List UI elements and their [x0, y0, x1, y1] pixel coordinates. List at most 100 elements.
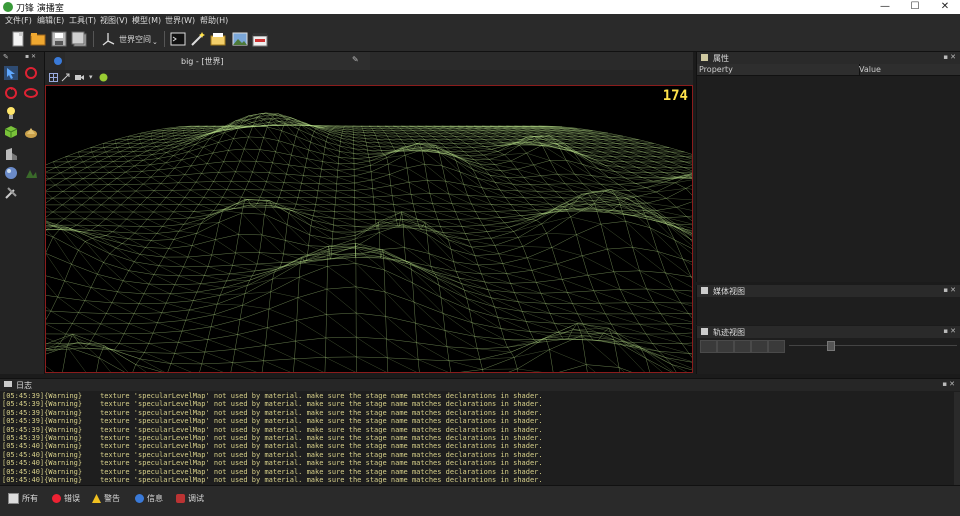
menu-file[interactable]: 文件(F) — [5, 15, 32, 26]
log-line: [05:45:39]{Warning} texture 'specularLeve… — [2, 409, 952, 417]
filter-debug-button[interactable]: 调试 — [176, 493, 204, 507]
filter-error-button[interactable]: 错误 — [52, 493, 80, 507]
menu-view[interactable]: 视图(V) — [100, 15, 128, 26]
globe-icon — [54, 57, 62, 65]
rotate-icon[interactable] — [4, 86, 18, 100]
log-message: texture 'specularLevelMap' not used by m… — [100, 467, 543, 476]
terrain-edit-icon[interactable] — [4, 147, 18, 161]
error-icon — [52, 494, 61, 503]
timeline-track[interactable] — [789, 345, 957, 346]
camera-icon[interactable] — [75, 74, 84, 81]
menu-help[interactable]: 帮助(H) — [200, 15, 228, 26]
coord-space-dropdown[interactable]: 世界空间 — [119, 34, 151, 45]
log-message: texture 'specularLevelMap' not used by m… — [100, 434, 543, 443]
image-icon[interactable] — [232, 31, 248, 47]
log-timestamp: [05:45:39] — [2, 417, 45, 426]
window-title: 刀锋 演播室 — [16, 4, 64, 14]
pin-icon[interactable]: ✎ — [3, 53, 9, 61]
debug-icon — [176, 494, 185, 503]
log-level: {Warning} — [44, 467, 83, 476]
title-bar: 刀锋 演播室 — ☐ ✕ — [0, 0, 960, 14]
play-button[interactable] — [734, 340, 751, 353]
render-mode-icon[interactable] — [99, 73, 108, 82]
log-line: [05:45:39]{Warning} texture 'specularLeve… — [2, 400, 952, 408]
panel-float-close-icon[interactable]: ▪✕ — [943, 53, 958, 61]
log-output[interactable]: [05:45:39]{Warning} texture 'specularLeve… — [2, 392, 952, 486]
prev-frame-button[interactable] — [717, 340, 734, 353]
log-header: 日志 ▪✕ — [0, 379, 960, 391]
grid-icon[interactable] — [49, 73, 58, 82]
film-clapper-icon[interactable] — [252, 31, 268, 47]
main-toolbar: 世界空间 ⌄ — [0, 27, 960, 52]
viewport-toolbar: ▾ — [45, 70, 693, 85]
move-icon[interactable] — [24, 66, 38, 80]
media-view-header: 媒体视图 ▪✕ — [697, 285, 960, 297]
minimize-button[interactable]: — — [870, 0, 900, 14]
select-arrow-icon[interactable] — [4, 66, 18, 80]
log-message: texture 'specularLevelMap' not used by m… — [100, 392, 543, 400]
console-icon[interactable] — [170, 31, 186, 47]
scale-icon[interactable] — [24, 86, 38, 100]
track-view-header: 轨迹视图 ▪✕ — [697, 326, 960, 338]
track-view-title: 轨迹视图 — [713, 328, 745, 337]
material-sphere-icon[interactable] — [4, 166, 18, 180]
log-message: texture 'specularLevelMap' not used by m… — [100, 476, 543, 485]
chevron-down-icon[interactable]: ⌄ — [152, 38, 158, 46]
cube-icon[interactable] — [4, 125, 18, 139]
toolbar-separator — [164, 31, 165, 47]
menu-tools[interactable]: 工具(T) — [69, 15, 96, 26]
log-timestamp: [05:45:40] — [2, 467, 45, 476]
axis-icon — [102, 33, 115, 46]
column-value[interactable]: Value — [859, 65, 881, 74]
panel-float-close-icon[interactable]: ▪✕ — [943, 286, 958, 294]
save-icon[interactable] — [51, 31, 67, 47]
terrain-brush-icon[interactable] — [24, 125, 38, 139]
terrain-wireframe — [0, 112, 960, 457]
light-bulb-icon[interactable] — [4, 106, 18, 120]
close-button[interactable]: ✕ — [930, 0, 960, 14]
menu-world[interactable]: 世界(W) — [165, 15, 195, 26]
log-message: texture 'specularLevelMap' not used by m… — [100, 442, 543, 451]
camera-reset-icon[interactable] — [61, 73, 70, 82]
folder-icon[interactable] — [210, 31, 226, 47]
panel-float-close-icon[interactable]: ▪✕ — [943, 327, 958, 335]
filter-warning-button[interactable]: 警告 — [92, 493, 120, 507]
new-file-icon[interactable] — [10, 31, 26, 47]
maximize-button[interactable]: ☐ — [900, 0, 930, 14]
tools-wrench-icon[interactable] — [4, 186, 18, 200]
log-level: {Warning} — [44, 476, 83, 485]
log-scrollbar[interactable] — [954, 392, 960, 486]
panel-close-icon[interactable]: ▪ ✕ — [25, 53, 36, 60]
menu-model[interactable]: 模型(M) — [132, 15, 161, 26]
filter-all-button[interactable]: 所有 — [8, 493, 38, 507]
magic-wand-icon[interactable] — [190, 31, 206, 47]
next-frame-button[interactable] — [751, 340, 768, 353]
panel-float-close-icon[interactable]: ▪✕ — [942, 380, 957, 388]
log-timestamp: [05:45:39] — [2, 434, 45, 443]
timeline-slider-handle[interactable] — [827, 341, 835, 351]
toolbar-separator — [93, 31, 94, 47]
log-timestamp: [05:45:40] — [2, 476, 45, 485]
log-level: {Warning} — [44, 392, 83, 400]
chevron-down-icon[interactable]: ▾ — [89, 73, 93, 81]
media-view-panel: 媒体视图 ▪✕ — [696, 285, 960, 325]
go-end-button[interactable] — [768, 340, 785, 353]
open-folder-icon[interactable] — [30, 31, 46, 47]
tab-world-view[interactable]: big - [世界] ✎ — [65, 52, 370, 70]
log-line: [05:45:40]{Warning} texture 'specularLeve… — [2, 442, 952, 450]
3d-viewport[interactable]: 174 — [0, 85, 960, 457]
log-line: [05:45:40]{Warning} texture 'specularLeve… — [2, 451, 952, 459]
log-level: {Warning} — [44, 408, 83, 417]
tab-pin-icon[interactable]: ✎ — [352, 55, 359, 64]
log-timestamp: [05:45:39] — [2, 392, 45, 400]
save-all-icon[interactable] — [71, 31, 87, 47]
log-icon — [4, 381, 12, 387]
foliage-icon[interactable] — [24, 166, 38, 180]
properties-title: 属性 — [713, 54, 729, 63]
filter-info-button[interactable]: 信息 — [135, 493, 163, 507]
go-start-button[interactable] — [700, 340, 717, 353]
log-level: {Warning} — [44, 442, 83, 451]
menu-edit[interactable]: 编辑(E) — [37, 15, 64, 26]
status-bar: 所有 错误 警告 信息 调试 — [0, 485, 960, 516]
column-property[interactable]: Property — [699, 65, 733, 74]
